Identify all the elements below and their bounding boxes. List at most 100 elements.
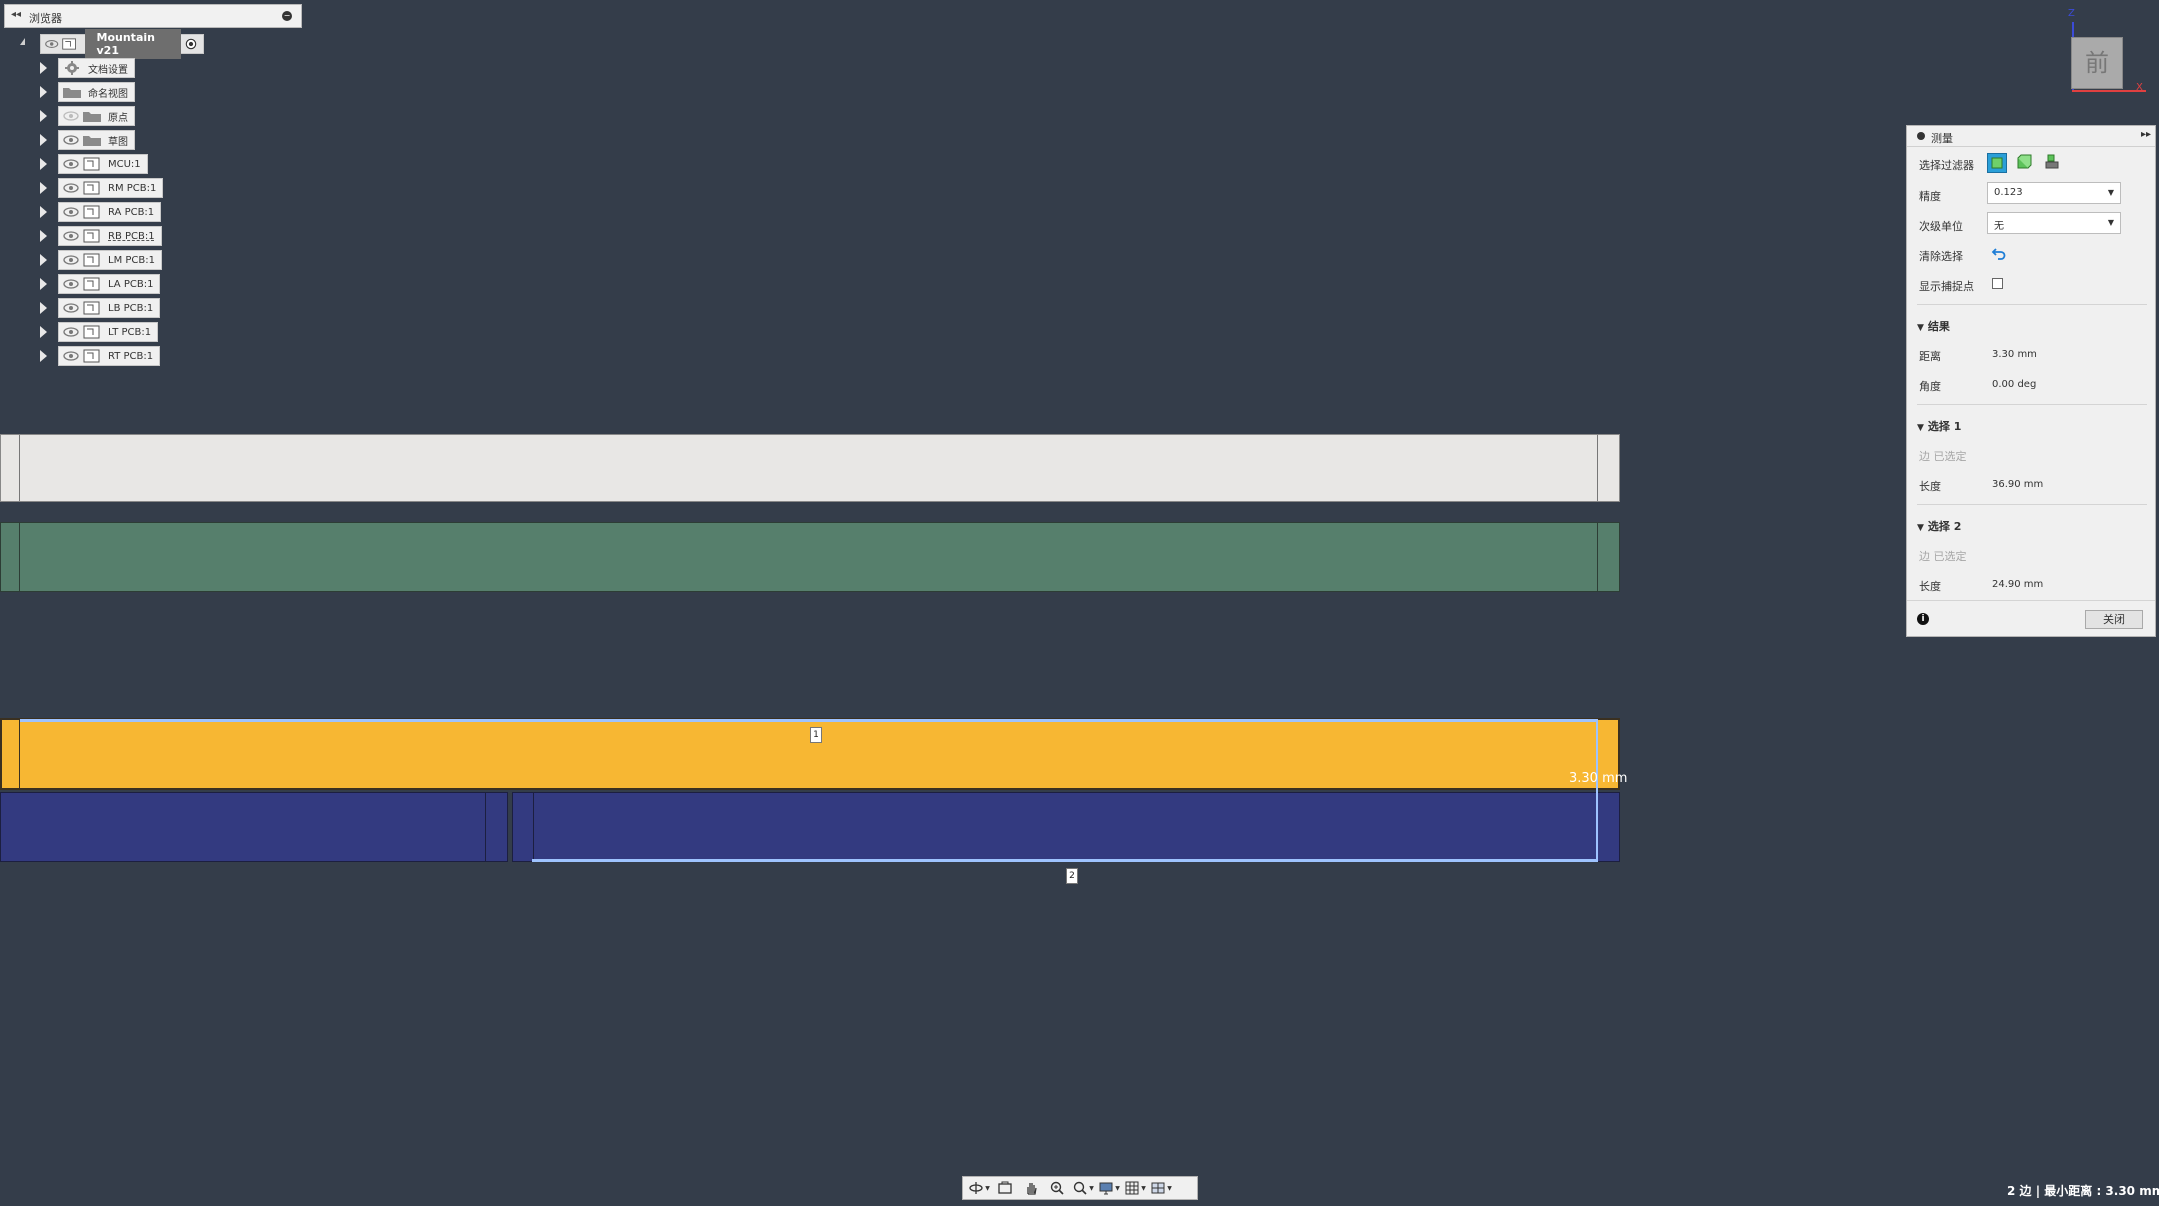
selected-edge-2[interactable] [532,859,1598,862]
browser-node-label: MCU:1 [108,158,141,170]
filter-face-button[interactable] [1987,153,2007,173]
viewports-button[interactable]: ▼ [1149,1179,1173,1197]
angle-value: 0.00 deg [1992,379,2037,390]
precision-value: 0.123 [1994,187,2023,198]
browser-node-label: LA PCB:1 [108,278,154,290]
divider [1917,404,2147,405]
precision-select[interactable]: 0.123 ▼ [1987,182,2121,204]
measure-title: 测量 [1931,132,1953,145]
browser-node[interactable]: 草图 [58,130,135,150]
viewcube[interactable]: Z X 前 [2068,8,2156,96]
browser-node-label: RA PCB:1 [108,206,155,218]
selection1-section-header[interactable]: ▼ 选择 1 [1917,418,1961,434]
browser-node[interactable]: 文档设置 [58,58,135,78]
filter-component-button[interactable] [2043,153,2063,173]
eye-icon[interactable] [62,350,80,362]
eye-icon[interactable] [62,206,80,218]
folder-icon [63,88,81,98]
expand-arrow-icon[interactable] [40,278,47,290]
browser-node[interactable]: 原点 [58,106,135,126]
expand-arrow-icon[interactable] [40,158,47,170]
root-component-node[interactable]: Mountain v21 [40,29,204,59]
zoom-button[interactable] [1045,1179,1069,1197]
browser-node[interactable]: RT PCB:1 [58,346,161,366]
selection2-section-header[interactable]: ▼ 选择 2 [1917,518,1961,534]
browser-node[interactable]: RM PCB:1 [58,178,164,198]
expand-arrow-icon[interactable] [40,254,47,266]
look-at-button[interactable] [993,1179,1017,1197]
eye-icon[interactable] [62,158,80,170]
expand-arrow-icon[interactable] [40,326,47,338]
selection2-length-value: 24.90 mm [1992,579,2044,590]
eye-icon[interactable] [44,38,59,50]
eye-icon[interactable] [62,278,80,290]
distance-value: 3.30 mm [1992,349,2037,360]
x-axis-line [2072,90,2146,92]
eye-icon[interactable] [62,182,80,194]
angle-label: 角度 [1919,380,1941,393]
collapse-arrow-icon: ▼ [1917,523,1924,533]
selection-marker-1: 1 [810,727,822,743]
show-snap-points-checkbox[interactable] [1992,278,2003,289]
component-icon [83,205,100,219]
eye-icon[interactable] [62,230,80,242]
grid-button[interactable]: ▼ [1123,1179,1147,1197]
browser-node[interactable]: 命名视图 [58,82,135,102]
expand-arrow-icon[interactable] [40,110,47,122]
browser-node-label: RB PCB:1 [108,230,155,242]
expand-arrow-icon[interactable] [40,302,47,314]
expand-arrow-icon[interactable] [40,206,47,218]
collapse-browser-icon[interactable]: ◂◂ [11,9,21,20]
pin-icon[interactable]: − [282,11,292,21]
eye-icon[interactable] [62,326,80,338]
close-button[interactable]: 关闭 [2085,610,2143,629]
look-at-icon [998,1181,1012,1194]
body-green-pcb[interactable] [0,522,1620,592]
expand-arrow-icon[interactable] [40,134,47,146]
eye-hidden-icon[interactable] [62,110,80,122]
measure-panel-header[interactable]: 测量 ▸▸ [1907,126,2155,147]
secondary-unit-select[interactable]: 无 ▼ [1987,212,2121,234]
display-settings-icon [1099,1182,1113,1195]
browser-node[interactable]: LT PCB:1 [58,322,159,342]
browser-node[interactable]: MCU:1 [58,154,148,174]
expand-arrow-icon[interactable] [40,182,47,194]
browser-node[interactable]: LB PCB:1 [58,298,161,318]
selection1-length-value: 36.90 mm [1992,479,2044,490]
display-settings-button[interactable]: ▼ [1097,1179,1121,1197]
pan-button[interactable] [1019,1179,1043,1197]
browser-node-label: LM PCB:1 [108,254,155,266]
browser-node[interactable]: RB PCB:1 [58,226,162,246]
browser-node[interactable]: LA PCB:1 [58,274,161,294]
show-snap-points-label: 显示捕捉点 [1919,280,1974,293]
secondary-unit-value: 无 [1994,221,2004,232]
results-section-header[interactable]: ▼ 结果 [1917,318,1950,334]
precision-label: 精度 [1919,190,1941,203]
filter-body-button[interactable] [2015,153,2035,173]
browser-node[interactable]: RA PCB:1 [58,202,162,222]
browser-node-label: 原点 [108,112,128,124]
info-icon[interactable]: i [1917,613,1929,625]
activate-radio-icon[interactable] [185,37,197,51]
x-axis-label: X [2136,82,2143,93]
selected-edge-1[interactable] [20,719,1598,722]
root-expand-icon[interactable] [20,38,25,45]
expand-panel-icon[interactable]: ▸▸ [2141,129,2151,140]
expand-arrow-icon[interactable] [40,86,47,98]
distance-label: 距离 [1919,350,1941,363]
body-blue-left[interactable] [0,792,508,862]
eye-icon[interactable] [62,302,80,314]
expand-arrow-icon[interactable] [40,230,47,242]
viewcube-front-face[interactable]: 前 [2071,37,2123,89]
expand-arrow-icon[interactable] [40,62,47,74]
browser-panel-header[interactable]: ◂◂ 浏览器 − [4,4,302,28]
undo-icon[interactable] [1991,245,2007,261]
browser-node[interactable]: LM PCB:1 [58,250,162,270]
eye-icon[interactable] [62,134,80,146]
fit-button[interactable]: ▼ [1071,1179,1095,1197]
body-white-plate[interactable] [0,434,1620,502]
body-blue-right[interactable] [512,792,1620,862]
orbit-button[interactable]: ▼ [967,1179,991,1197]
expand-arrow-icon[interactable] [40,350,47,362]
eye-icon[interactable] [62,254,80,266]
